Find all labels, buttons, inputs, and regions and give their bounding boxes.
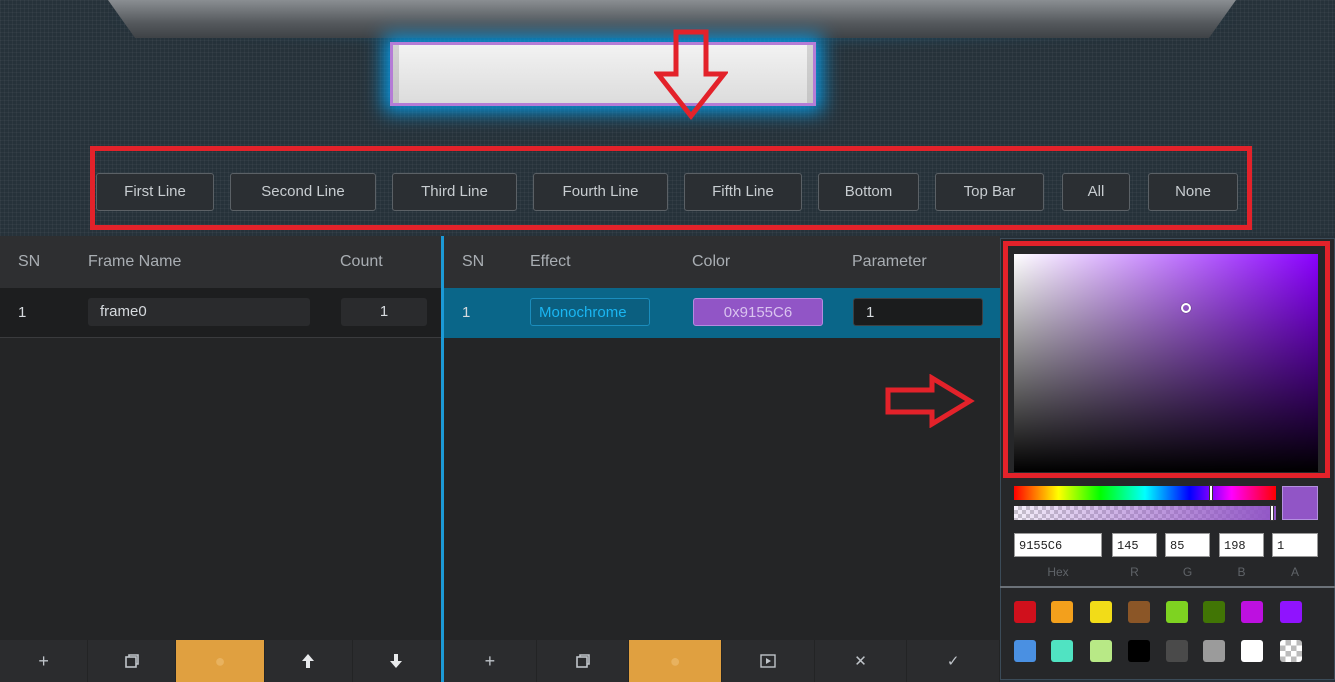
effects-header: SN Effect Color Parameter [444, 236, 1000, 288]
frames-header: SN Frame Name Count [0, 236, 441, 288]
move-frame-down-button[interactable] [353, 640, 442, 682]
alpha-label: A [1290, 565, 1299, 579]
frames-name-header: Frame Name [88, 253, 182, 270]
delete-icon: ● [669, 650, 681, 671]
frames-panel: SN Frame Name Count 1 frame0 1 + ● [0, 236, 442, 682]
color-field[interactable]: 0x9155C6 [693, 298, 823, 326]
copy-frame-button[interactable] [88, 640, 177, 682]
plus-icon: + [38, 650, 49, 671]
bottom-led-block[interactable] [390, 42, 816, 106]
alpha-slider[interactable] [1014, 506, 1276, 520]
effects-parameter-header: Parameter [852, 253, 927, 270]
none-button[interactable]: None [1148, 173, 1238, 211]
color-swatch[interactable] [1241, 640, 1263, 662]
bottom-button[interactable]: Bottom [818, 173, 919, 211]
red-label: R [1130, 565, 1139, 579]
copy-icon [575, 654, 590, 668]
color-swatch[interactable] [1051, 601, 1073, 623]
swatch-divider [1000, 586, 1335, 588]
arrow-right-annotation-icon [885, 374, 975, 428]
effects-effect-header: Effect [530, 253, 571, 270]
delete-effect-button[interactable]: ● [629, 640, 723, 682]
color-swatch[interactable] [1203, 640, 1225, 662]
cancel-effect-button[interactable]: ✕ [815, 640, 908, 682]
color-swatch[interactable] [1203, 601, 1225, 623]
hex-label: Hex [1047, 565, 1069, 579]
alpha-slider-handle[interactable] [1270, 505, 1274, 521]
delete-icon: ● [214, 650, 226, 671]
frames-sn-header: SN [18, 253, 41, 270]
effect-select[interactable]: Monochrome [530, 298, 650, 326]
copy-icon [124, 654, 139, 668]
frame-sn: 1 [18, 304, 27, 321]
color-swatch[interactable] [1014, 601, 1036, 623]
frame-row[interactable]: 1 frame0 1 [0, 288, 441, 338]
selected-color-preview [1282, 486, 1318, 520]
color-swatch[interactable] [1241, 601, 1263, 623]
alpha-input[interactable]: 1 [1272, 533, 1318, 557]
copy-effect-button[interactable] [537, 640, 630, 682]
frame-name-field[interactable]: frame0 [88, 298, 310, 326]
color-swatch[interactable] [1166, 601, 1188, 623]
third-line-button[interactable]: Third Line [392, 173, 517, 211]
blue-label: B [1237, 565, 1246, 579]
color-swatch[interactable] [1128, 601, 1150, 623]
arrow-up-icon [302, 654, 315, 668]
plus-icon: + [484, 650, 496, 671]
effects-color-header: Color [692, 253, 731, 270]
preview-icon [760, 654, 776, 668]
hex-input[interactable]: 9155C6 [1014, 533, 1102, 557]
color-swatch[interactable] [1090, 601, 1112, 623]
color-swatch[interactable] [1128, 640, 1150, 662]
preview-effect-button[interactable] [722, 640, 815, 682]
add-effect-button[interactable]: + [444, 640, 537, 682]
check-icon: ✓ [946, 653, 960, 670]
green-input[interactable]: 85 [1165, 533, 1210, 557]
effect-sn: 1 [462, 304, 471, 321]
green-label: G [1182, 565, 1193, 579]
color-swatch[interactable] [1280, 640, 1302, 662]
top-bar-button[interactable]: Top Bar [935, 173, 1044, 211]
effect-row[interactable]: 1 Monochrome 0x9155C6 1 [444, 288, 1000, 338]
frames-count-header: Count [340, 253, 383, 270]
color-swatch[interactable] [1014, 640, 1036, 662]
move-frame-up-button[interactable] [265, 640, 353, 682]
color-swatch[interactable] [1090, 640, 1112, 662]
color-swatch[interactable] [1166, 640, 1188, 662]
effects-toolbar: + ● ✕ ✓ [444, 640, 1001, 682]
fourth-line-button[interactable]: Fourth Line [533, 173, 668, 211]
effects-sn-header: SN [462, 253, 485, 270]
second-line-button[interactable]: Second Line [230, 173, 376, 211]
color-swatch[interactable] [1051, 640, 1073, 662]
delete-frame-button[interactable]: ● [176, 640, 265, 682]
effects-panel: SN Effect Color Parameter 1 Monochrome 0… [444, 236, 1001, 682]
all-button[interactable]: All [1062, 173, 1130, 211]
color-swatch[interactable] [1280, 601, 1302, 623]
frame-count-field[interactable]: 1 [341, 298, 427, 326]
parameter-field[interactable]: 1 [853, 298, 983, 326]
frames-toolbar: + ● [0, 640, 442, 682]
hue-slider[interactable] [1014, 486, 1276, 500]
fifth-line-button[interactable]: Fifth Line [684, 173, 802, 211]
close-icon: ✕ [854, 653, 867, 670]
red-input[interactable]: 145 [1112, 533, 1157, 557]
arrow-down-icon [390, 654, 403, 668]
blue-input[interactable]: 198 [1219, 533, 1264, 557]
first-line-button[interactable]: First Line [96, 173, 214, 211]
confirm-effect-button[interactable]: ✓ [907, 640, 1001, 682]
picker-highlight [1003, 241, 1330, 478]
hue-slider-handle[interactable] [1209, 485, 1213, 501]
arrow-down-annotation-icon [654, 29, 728, 121]
add-frame-button[interactable]: + [0, 640, 89, 682]
